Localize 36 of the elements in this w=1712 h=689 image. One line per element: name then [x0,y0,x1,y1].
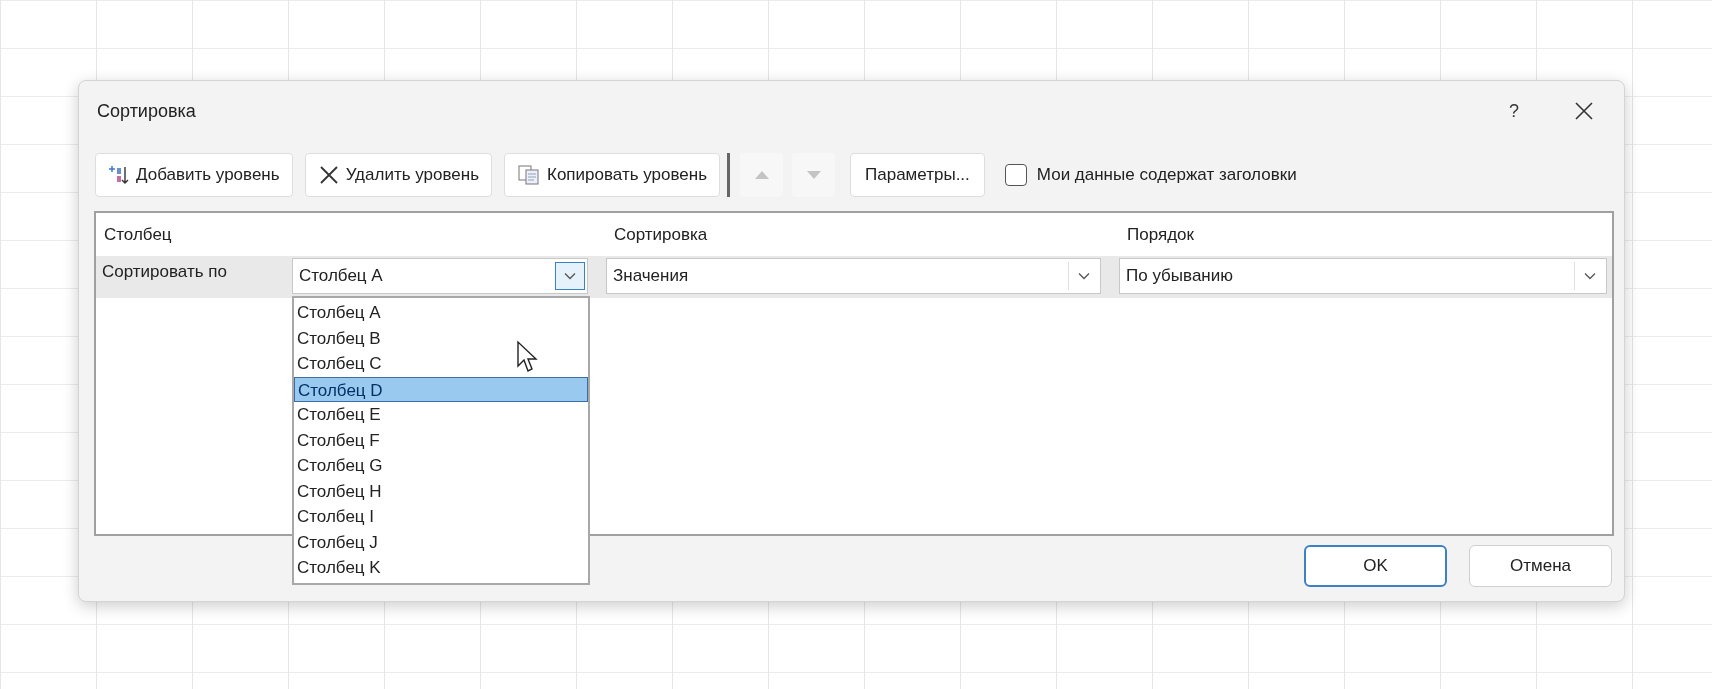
sort-on-combo[interactable]: Значения [606,258,1101,294]
toolbar-button[interactable]: Добавить уровень [95,153,293,197]
chevron-down-icon [1077,272,1090,280]
column-header: Столбец [103,223,173,246]
close-icon [1574,101,1594,121]
mouse-pointer-icon [516,340,540,374]
cancel-button[interactable]: Отмена [1469,545,1612,587]
dropdown-item[interactable]: Столбец K [294,555,588,581]
order-combo[interactable]: По убыванию [1119,258,1607,294]
ok-button[interactable]: OK [1304,545,1447,587]
row-label: Сортировать по [101,261,228,283]
chevron-down-icon [564,272,576,280]
copy-icon [517,164,541,186]
dropdown-item[interactable]: Столбец H [294,478,588,504]
dropdown-item[interactable]: Столбец J [294,529,588,555]
checkbox-label: Мои данные содержат заголовки [1036,164,1297,187]
dropdown-item[interactable]: Столбец I [294,504,588,530]
column-combo[interactable]: Столбец A [292,258,588,294]
checkbox[interactable] [1004,164,1027,186]
chevron-down-icon [1583,272,1596,280]
dropdown-item[interactable]: Столбец C [294,351,588,377]
toolbar-button[interactable]: Копировать уровень [504,153,721,197]
window-title: Сортировка [97,99,196,123]
options-button[interactable]: Параметры... [850,153,985,197]
close-icon [317,164,340,186]
help-button[interactable]: ? [1494,93,1534,129]
dropdown-item[interactable]: Столбец G [294,453,588,479]
dropdown-item[interactable]: Столбец A [294,300,588,326]
add-sort-icon [108,164,130,186]
column-header: Порядок [1126,223,1194,246]
dropdown-item[interactable]: Столбец E [294,402,588,428]
column-header: Сортировка [613,223,709,246]
toolbar-button[interactable]: Удалить уровень [304,153,492,197]
dropdown-item[interactable]: Столбец B [294,325,588,351]
dropdown-item[interactable]: Столбец D [294,376,588,402]
dropdown-item[interactable]: Столбец F [294,427,588,453]
